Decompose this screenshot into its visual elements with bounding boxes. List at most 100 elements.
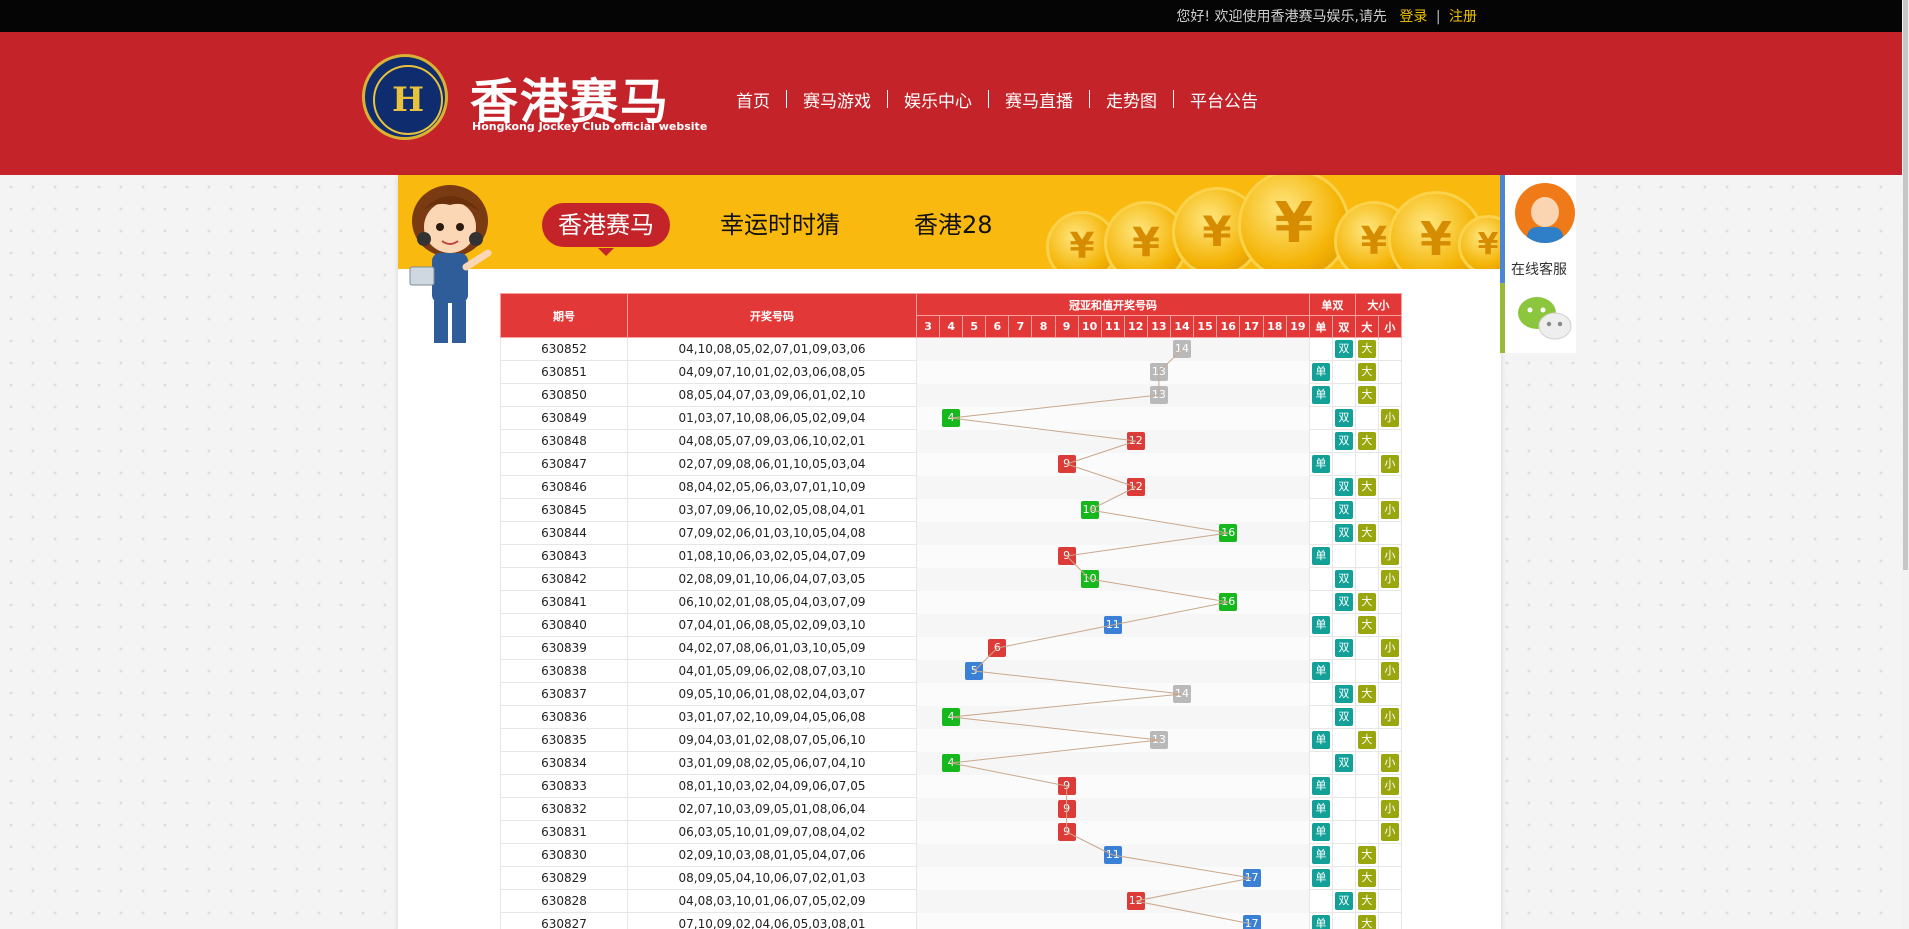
sum-cell	[1078, 590, 1102, 614]
numbers-cell: 08,04,02,05,06,03,07,01,10,09	[627, 475, 917, 499]
customer-service-avatar-icon[interactable]	[1515, 183, 1575, 243]
period-cell: 630839	[500, 636, 628, 660]
sum-cell	[915, 728, 940, 752]
table-row: 630835 09,04,03,01,02,08,07,05,06,10 13 单 大	[500, 728, 1402, 752]
sum-cell	[1031, 567, 1056, 591]
small-cell	[1377, 360, 1402, 384]
nav-entertainment[interactable]: 娱乐中心	[888, 87, 988, 112]
sum-cell	[1078, 889, 1102, 913]
sum-cell	[1147, 797, 1171, 821]
sum-cell	[1147, 705, 1171, 729]
jockey-club-logo[interactable]: H	[362, 54, 448, 140]
sum-cell	[1193, 521, 1217, 545]
scrollbar-thumb[interactable]	[1903, 0, 1908, 570]
sum-cell	[962, 383, 986, 407]
register-link[interactable]: 注册	[1449, 9, 1477, 25]
sum-cell	[1124, 636, 1148, 660]
nav-announcements[interactable]: 平台公告	[1174, 87, 1274, 112]
sum-cell	[1008, 429, 1032, 453]
even-cell	[1331, 820, 1356, 844]
big-cell: 大	[1354, 590, 1379, 614]
numbers-cell: 08,01,10,03,02,04,09,06,07,05	[627, 774, 917, 798]
sum-cell	[962, 889, 986, 913]
table-row: 630828 04,08,03,10,01,06,07,05,02,09 12 双大	[500, 889, 1402, 913]
sum-cell	[962, 774, 986, 798]
sum-cell	[985, 383, 1009, 407]
even-cell	[1331, 383, 1356, 407]
big-cell	[1354, 498, 1379, 522]
online-service-link[interactable]: 在线客服	[1511, 259, 1567, 279]
sum-cell	[1055, 498, 1079, 522]
tab-hk-horse-racing[interactable]: 香港赛马	[542, 203, 670, 256]
sum-cell	[915, 682, 940, 706]
numbers-cell: 07,04,01,06,08,05,02,09,03,10	[627, 613, 917, 637]
mascot-girl-icon	[409, 185, 492, 351]
sum-marker: 14	[1172, 685, 1191, 703]
wechat-icon[interactable]	[1517, 293, 1573, 345]
sum-cell	[1147, 475, 1171, 499]
odd-badge: 单	[1311, 823, 1330, 841]
sum-cell	[1193, 498, 1217, 522]
sum-cell	[939, 521, 963, 545]
page-scrollbar[interactable]	[1902, 0, 1909, 929]
sum-cell	[915, 912, 940, 929]
odd-cell	[1308, 337, 1333, 361]
sum-cell	[1124, 682, 1148, 706]
sum-cell	[915, 705, 940, 729]
sum-cell	[1055, 889, 1079, 913]
nav-live[interactable]: 赛马直播	[989, 87, 1089, 112]
odd-cell: 单	[1308, 774, 1333, 798]
sum-marker: 12	[1126, 432, 1145, 450]
nav-home[interactable]: 首页	[720, 87, 786, 112]
sum-cell	[985, 521, 1009, 545]
even-badge: 双	[1334, 432, 1353, 450]
period-cell: 630841	[500, 590, 628, 614]
sum-cell	[1055, 383, 1079, 407]
table-row: 630846 08,04,02,05,06,03,07,01,10,09 12 双大	[500, 475, 1402, 499]
big-cell: 大	[1354, 383, 1379, 407]
sum-cell	[915, 843, 940, 867]
sum-cell: 11	[1101, 613, 1125, 637]
sum-cell	[1101, 521, 1125, 545]
sum-cell	[1008, 613, 1032, 637]
period-cell: 630836	[500, 705, 628, 729]
even-cell	[1331, 659, 1356, 683]
sum-cell	[915, 452, 940, 476]
big-cell: 大	[1354, 728, 1379, 752]
even-cell	[1331, 728, 1356, 752]
numbers-cell: 09,04,03,01,02,08,07,05,06,10	[627, 728, 917, 752]
game-tab-banner: ¥ ¥ ¥ ¥ ¥ ¥ ¥ 香港赛马 幸运时时猜 香港28	[398, 175, 1501, 269]
even-column-header: 双	[1331, 315, 1356, 338]
small-badge: 小	[1380, 547, 1399, 565]
sum-cell	[1263, 636, 1287, 660]
big-cell: 大	[1354, 843, 1379, 867]
nav-trend-chart[interactable]: 走势图	[1090, 87, 1173, 112]
sum-cell	[915, 429, 940, 453]
period-cell: 630834	[500, 751, 628, 775]
sum-cell	[939, 728, 963, 752]
odd-cell	[1308, 406, 1333, 430]
sum-cell	[985, 774, 1009, 798]
sum-cell	[962, 429, 986, 453]
tab-hk-28[interactable]: 香港28	[914, 203, 993, 247]
small-cell	[1377, 383, 1402, 407]
nav-horse-games[interactable]: 赛马游戏	[787, 87, 887, 112]
table-row: 630845 03,07,09,06,10,02,05,08,04,01 10 双 小	[500, 498, 1402, 522]
sum-cell	[985, 889, 1009, 913]
sum-marker: 11	[1103, 616, 1122, 634]
sum-cell	[1263, 337, 1287, 361]
sum-cell	[1147, 544, 1171, 568]
sum-cell	[1239, 889, 1264, 913]
small-cell	[1377, 475, 1402, 499]
period-cell: 630844	[500, 521, 628, 545]
main-nav: 首页 赛马游戏 娱乐中心 赛马直播 走势图 平台公告	[720, 84, 1274, 114]
sum-cell	[1078, 751, 1102, 775]
sum-cell	[1101, 360, 1125, 384]
sum-marker: 17	[1242, 915, 1261, 929]
sum-cell: 16	[1216, 590, 1240, 614]
tab-lucky-guess[interactable]: 幸运时时猜	[720, 203, 840, 247]
period-cell: 630828	[500, 889, 628, 913]
sum-cell	[1216, 406, 1240, 430]
period-cell: 630833	[500, 774, 628, 798]
login-link[interactable]: 登录	[1399, 9, 1427, 25]
